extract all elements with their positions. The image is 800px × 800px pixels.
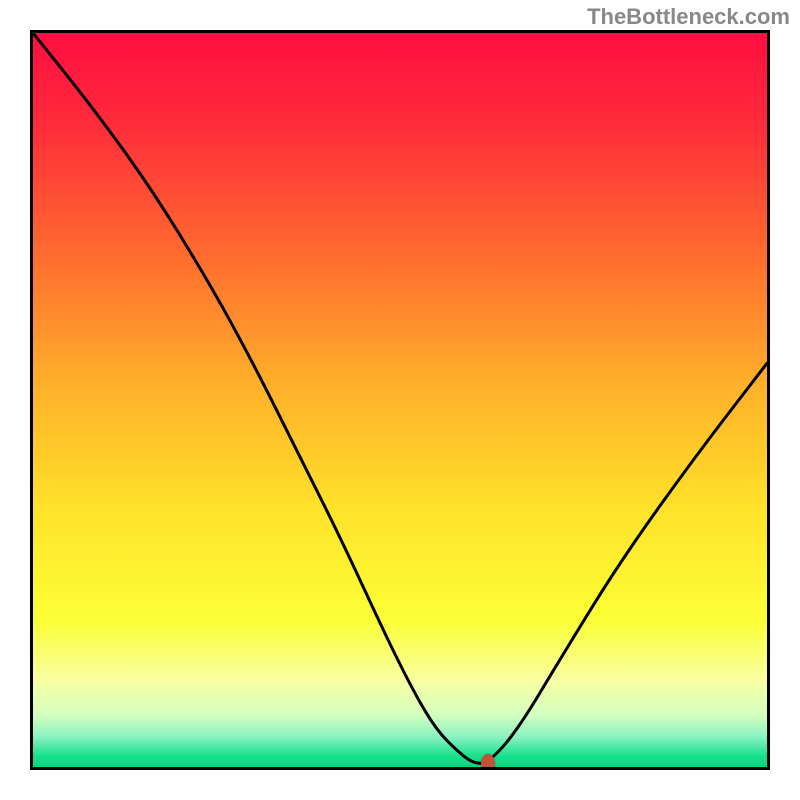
- plot-area: [30, 30, 770, 770]
- optimal-point-marker: [481, 754, 495, 770]
- watermark-text: TheBottleneck.com: [587, 4, 790, 30]
- bottleneck-curve: [33, 33, 767, 767]
- chart-frame: TheBottleneck.com: [0, 0, 800, 800]
